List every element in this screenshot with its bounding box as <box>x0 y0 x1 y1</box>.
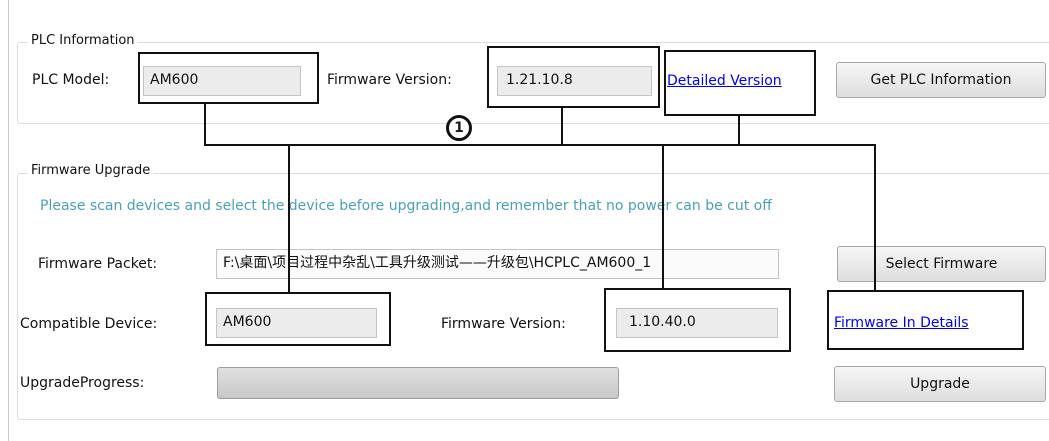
anno-box-plc-firmware <box>487 46 660 108</box>
anno-connector-5 <box>662 144 664 289</box>
anno-box-detailed-version <box>664 50 816 116</box>
plc-information-title: PLC Information <box>28 33 138 49</box>
compatible-device-label: Compatible Device: <box>20 316 158 332</box>
anno-connector-1 <box>204 103 206 146</box>
upgrade-progress-bar <box>217 367 619 399</box>
anno-box-upgrade-firmware <box>604 288 791 352</box>
upgrade-progress-label: UpgradeProgress: <box>20 375 145 391</box>
anno-box-compatible-device <box>205 292 391 346</box>
anno-badge-number: 1 <box>446 115 472 141</box>
plc-firmware-version-label: Firmware Version: <box>327 72 452 88</box>
anno-connector-2 <box>561 107 563 146</box>
get-plc-information-button[interactable]: Get PLC Information <box>836 62 1046 98</box>
firmware-upgrade-title: Firmware Upgrade <box>28 163 154 179</box>
anno-connector-3 <box>738 115 740 146</box>
anno-connector-4 <box>288 144 290 293</box>
select-firmware-button[interactable]: Select Firmware <box>837 246 1046 282</box>
anno-connector-6 <box>874 144 876 291</box>
upgrade-firmware-version-label: Firmware Version: <box>441 316 566 332</box>
anno-box-plc-model <box>138 52 319 104</box>
anno-box-firmware-details <box>827 290 1024 350</box>
firmware-packet-field[interactable]: F:\桌面\项目过程中杂乱\工具升级测试——升级包\HCPLC_AM600_1 <box>216 249 779 279</box>
plc-model-label: PLC Model: <box>32 72 110 88</box>
firmware-packet-label: Firmware Packet: <box>38 256 158 272</box>
upgrade-button[interactable]: Upgrade <box>834 366 1046 402</box>
left-divider <box>8 0 9 441</box>
anno-connector-horizontal <box>204 144 876 146</box>
